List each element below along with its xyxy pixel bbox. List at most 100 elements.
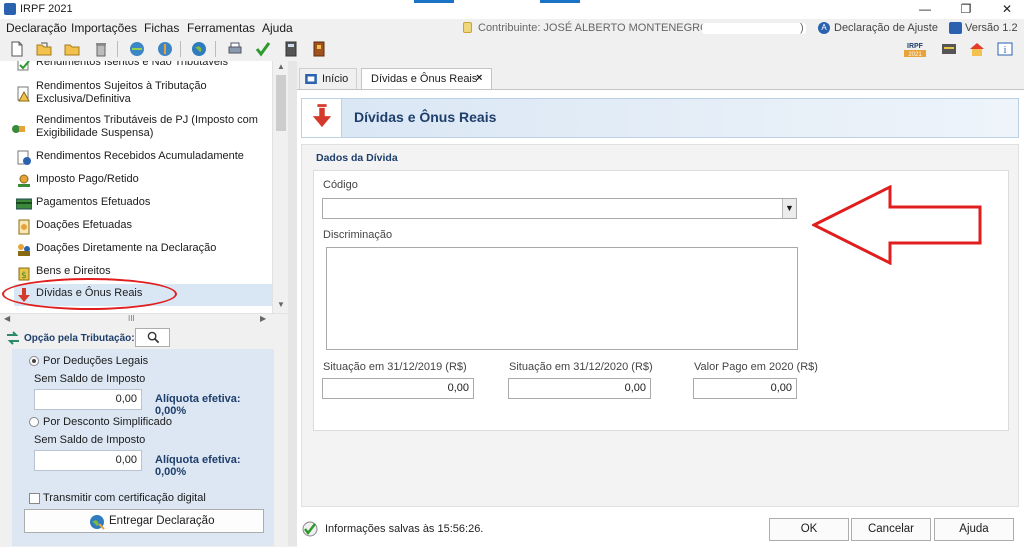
- menu-importacoes[interactable]: Importações: [71, 21, 137, 35]
- globe-send-icon: [90, 515, 105, 530]
- tree-vertical-scrollbar[interactable]: ▲ ▼: [272, 61, 288, 313]
- calculator-icon[interactable]: [282, 40, 300, 58]
- tree-item-label: Rendimentos Isentos e Não Tributáveis: [36, 61, 228, 68]
- info-icon[interactable]: i: [996, 40, 1014, 58]
- entregar-declaracao-button[interactable]: Entregar Declaração: [24, 509, 264, 533]
- trash-icon[interactable]: [92, 40, 110, 58]
- irpf-2021-icon[interactable]: IRPF 2021: [903, 40, 927, 58]
- ok-button[interactable]: OK: [769, 518, 849, 541]
- info-badge-text: i: [1004, 45, 1007, 56]
- toolbar-separator: [180, 41, 181, 57]
- new-doc-icon[interactable]: [8, 40, 26, 58]
- open-folder-icon[interactable]: [35, 40, 53, 58]
- cancel-button[interactable]: Cancelar: [851, 518, 931, 541]
- tree-item-label: Rendimentos Tributáveis de PJ (Imposto c…: [36, 114, 258, 139]
- chevron-down-icon[interactable]: ▼: [782, 199, 796, 218]
- discriminacao-textarea[interactable]: [326, 247, 798, 350]
- opcao-title: Opção pela Tributação:: [24, 333, 135, 344]
- radio-deducoes-legais[interactable]: [29, 356, 39, 366]
- contribuinte-label: Contribuinte: JOSÉ ALBERTO MONTENEGRO - …: [478, 22, 723, 34]
- scroll-left-icon[interactable]: ◀: [4, 314, 10, 323]
- tab-close-icon[interactable]: ×: [476, 72, 482, 84]
- folder-icon[interactable]: [63, 40, 81, 58]
- scroll-thumb[interactable]: [276, 75, 286, 131]
- menu-ferramentas[interactable]: Ferramentas: [187, 21, 255, 35]
- coin-doc-icon: [18, 219, 30, 235]
- home-icon[interactable]: [968, 40, 986, 58]
- tab-label: Início: [322, 73, 349, 85]
- annotation-ellipse: [2, 278, 177, 310]
- export-icon[interactable]: [156, 40, 174, 58]
- menu-ajuda[interactable]: Ajuda: [262, 21, 293, 35]
- page-icon-box: [302, 99, 342, 137]
- transmitir-label: Transmitir com certificação digital: [43, 492, 206, 504]
- search-button[interactable]: [135, 328, 170, 347]
- transmitir-checkbox[interactable]: [29, 493, 40, 504]
- tree-item-recebidos-acumuladamente[interactable]: Rendimentos Recebidos Acumuladamente: [14, 147, 272, 169]
- tree-item-label: Doações Efetuadas: [36, 219, 133, 231]
- tree-horizontal-scrollbar[interactable]: ◀ III ▶: [0, 313, 288, 325]
- section-title: Dados da Dívida: [316, 152, 398, 164]
- situacao-2020-input[interactable]: 0,00: [508, 378, 651, 399]
- irpf-badge-text: IRPF: [907, 43, 924, 50]
- check-icon[interactable]: [254, 40, 272, 58]
- discriminacao-label: Discriminação: [323, 229, 393, 241]
- tree-item-label: Doações Diretamente na Declaração: [36, 242, 217, 254]
- print-icon[interactable]: [226, 40, 244, 58]
- valor-pago-input[interactable]: 0,00: [693, 378, 797, 399]
- tree-item-label: Rendimentos Recebidos Acumuladamente: [36, 150, 244, 162]
- scroll-up-icon[interactable]: ▲: [277, 62, 285, 71]
- menu-fichas[interactable]: Fichas: [144, 21, 179, 35]
- chat-icon[interactable]: [940, 40, 958, 58]
- situacao-2020-label: Situação em 31/12/2020 (R$): [509, 361, 653, 373]
- irpf-year-text: 2021: [908, 52, 922, 58]
- tab-label: Dívidas e Ônus Reais: [371, 73, 478, 85]
- minimize-button[interactable]: —: [910, 1, 940, 18]
- version-icon: [949, 22, 962, 34]
- book-icon[interactable]: [310, 40, 328, 58]
- tab-dividas-onus[interactable]: Dívidas e Ônus Reais ×: [361, 68, 492, 89]
- taskbar-accent: [540, 0, 580, 3]
- tree-item-doacoes-efetuadas[interactable]: Doações Efetuadas: [14, 216, 272, 238]
- situacao-2019-input[interactable]: 0,00: [322, 378, 474, 399]
- restore-button[interactable]: ❐: [951, 1, 981, 18]
- toolbar: IRPF 2021 i: [0, 37, 1024, 61]
- globe-icon[interactable]: [190, 40, 208, 58]
- simplificado-saldo: Sem Saldo de Imposto: [34, 434, 146, 446]
- help-button[interactable]: Ajuda: [934, 518, 1014, 541]
- scroll-right-icon[interactable]: ▶: [260, 314, 266, 323]
- tree-item-label: Bens e Direitos: [36, 265, 111, 277]
- lock-icon: [463, 22, 472, 33]
- menu-declaracao[interactable]: Declaração: [6, 21, 67, 35]
- tree-item-rendimentos-isentos[interactable]: Rendimentos Isentos e Não Tributáveis: [14, 61, 272, 75]
- coin-pen-icon: [18, 174, 30, 187]
- tree-item-label: Pagamentos Efetuados: [36, 196, 151, 208]
- app-icon: [4, 3, 16, 15]
- scroll-grip[interactable]: III: [128, 314, 135, 323]
- tree-item-label: Rendimentos Sujeitos à Tributação Exclusi…: [36, 80, 207, 105]
- panel-divider[interactable]: [288, 61, 297, 546]
- toolbar-separator: [117, 41, 118, 57]
- tree-item-label: Imposto Pago/Retido: [36, 173, 139, 185]
- scroll-down-icon[interactable]: ▼: [277, 300, 285, 309]
- simplificado-value: 0,00: [34, 450, 142, 471]
- tab-inicio[interactable]: Início: [299, 68, 357, 89]
- entregar-label: Entregar Declaração: [109, 515, 215, 527]
- situacao-2019-label: Situação em 31/12/2019 (R$): [323, 361, 467, 373]
- window-title: IRPF 2021: [20, 3, 73, 15]
- taskbar-accent: [414, 0, 454, 3]
- tree-item-pagamentos-efetuados[interactable]: Pagamentos Efetuados: [14, 193, 272, 215]
- warning-doc-icon: [17, 86, 30, 102]
- deducoes-value: 0,00: [34, 389, 142, 410]
- swap-arrows-icon: [7, 331, 19, 345]
- close-button[interactable]: ✕: [992, 1, 1022, 18]
- radio-desconto-simplificado[interactable]: [29, 417, 39, 427]
- deducoes-label: Por Deduções Legais: [43, 355, 149, 367]
- codigo-select[interactable]: ▼: [322, 198, 797, 219]
- tree-item-imposto-pago[interactable]: Imposto Pago/Retido: [14, 170, 272, 192]
- import-icon[interactable]: [128, 40, 146, 58]
- valor-pago-label: Valor Pago em 2020 (R$): [694, 361, 818, 373]
- tree-item-doacoes-diretamente[interactable]: Doações Diretamente na Declaração: [14, 239, 272, 261]
- tree-item-exigibilidade-suspensa[interactable]: Rendimentos Tributáveis de PJ (Imposto c…: [12, 111, 272, 147]
- deducoes-saldo: Sem Saldo de Imposto: [34, 373, 146, 385]
